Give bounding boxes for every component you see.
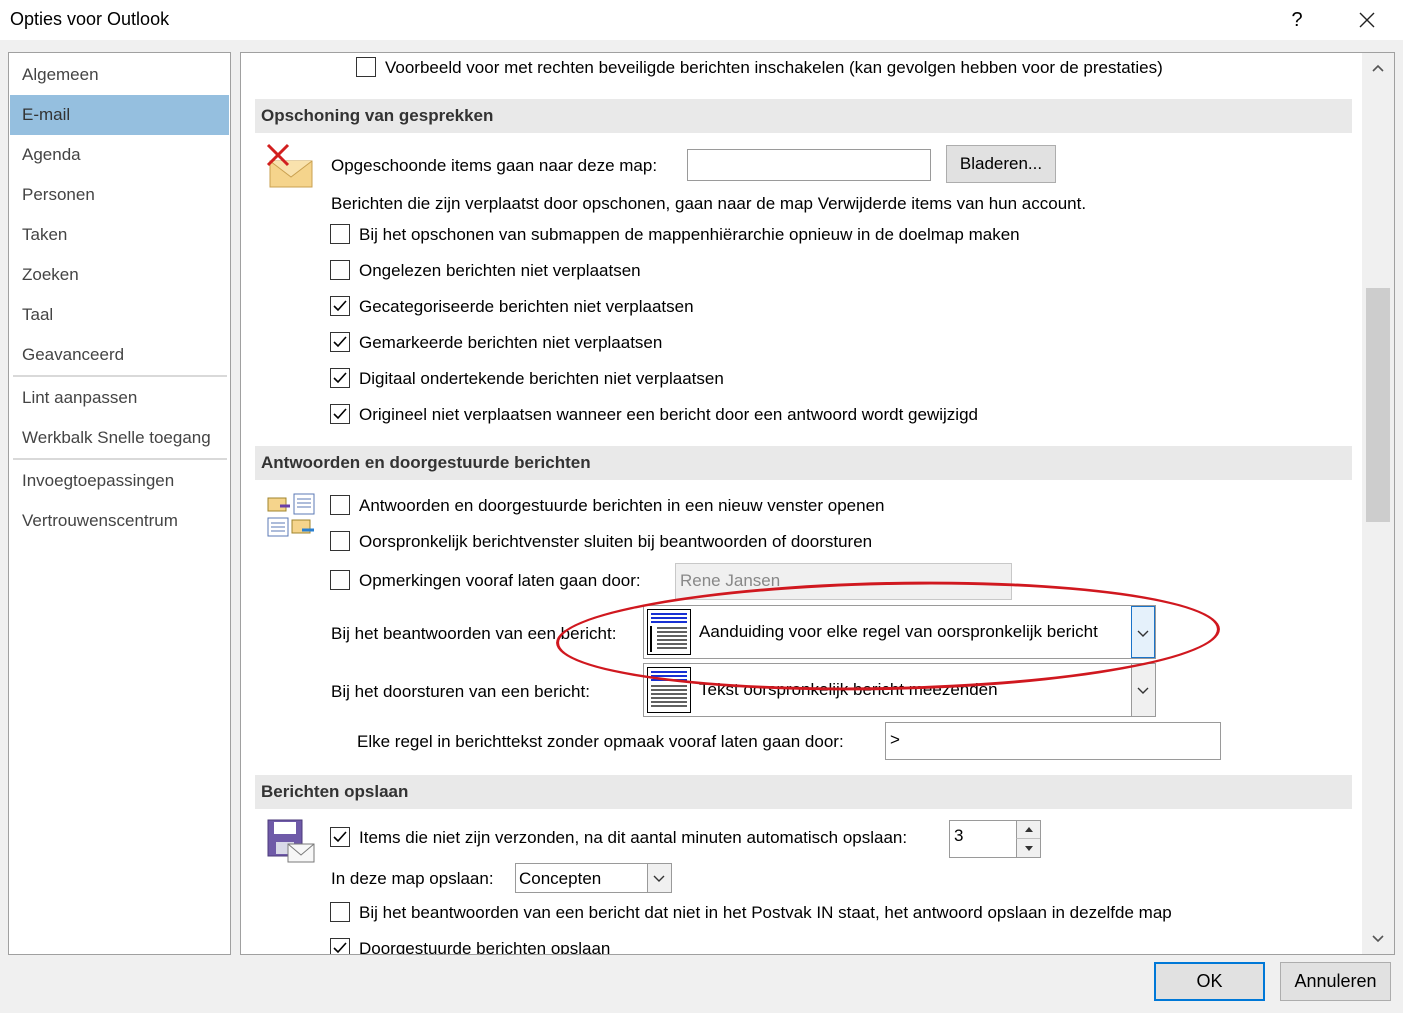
stepper-down-button[interactable] <box>1016 839 1040 857</box>
sidebar-item-geavanceerd[interactable]: Geavanceerd <box>10 335 229 375</box>
cleanup-option-label: Ongelezen berichten niet verplaatsen <box>359 261 641 280</box>
checkmark-icon <box>333 408 347 420</box>
autosave-minutes-stepper[interactable]: 3 <box>949 820 1041 858</box>
preface-label: Opmerkingen vooraf laten gaan door: <box>359 571 641 590</box>
triangle-down-icon <box>1025 846 1033 851</box>
reply-forward-icon <box>266 492 316 538</box>
sidebar-item-werkbalk[interactable]: Werkbalk Snelle toegang <box>10 418 229 458</box>
ok-button[interactable]: OK <box>1154 962 1265 1001</box>
sidebar-item-email[interactable]: E-mail <box>10 95 229 135</box>
sidebar-item-lint-aanpassen[interactable]: Lint aanpassen <box>10 378 229 418</box>
reply-save-checkbox[interactable] <box>330 902 350 922</box>
cleanup-folder-label: Opgeschoonde items gaan naar deze map: <box>331 156 658 175</box>
cleanup-option-label: Gemarkeerde berichten niet verplaatsen <box>359 333 663 352</box>
cleanup-folder-input[interactable] <box>687 149 931 181</box>
prefix-label: Elke regel in berichttekst zonder opmaak… <box>357 732 844 751</box>
sidebar: Algemeen E-mail Agenda Personen Taken Zo… <box>8 52 231 955</box>
chevron-down-icon <box>1372 935 1384 943</box>
checkmark-icon <box>333 300 347 312</box>
prefix-input[interactable]: > <box>885 722 1221 760</box>
autosave-minutes-value: 3 <box>954 826 964 845</box>
checkmark-icon <box>333 336 347 348</box>
forward-mode-value: Tekst oorspronkelijk bericht meezenden <box>699 680 998 699</box>
cleanup-mail-icon <box>266 143 316 189</box>
reply-save-label: Bij het beantwoorden van een bericht dat… <box>359 903 1172 922</box>
forward-mode-dropdown[interactable]: Tekst oorspronkelijk bericht meezenden <box>643 663 1156 717</box>
checkmark-icon <box>333 372 347 384</box>
close-icon <box>1359 12 1375 28</box>
section-header-replies: Antwoorden en doorgestuurde berichten <box>255 446 1352 480</box>
sidebar-item-personen[interactable]: Personen <box>10 175 229 215</box>
section-header-cleanup: Opschoning van gesprekken <box>255 99 1352 133</box>
sidebar-item-taken[interactable]: Taken <box>10 215 229 255</box>
forward-mode-arrow[interactable] <box>1131 664 1155 716</box>
chevron-down-icon <box>653 875 665 882</box>
preface-name-input[interactable]: Rene Jansen <box>675 563 1012 600</box>
sidebar-item-agenda[interactable]: Agenda <box>10 135 229 175</box>
reply-mode-arrow[interactable] <box>1131 606 1155 658</box>
preview-rights-label: Voorbeeld voor met rechten beveiligde be… <box>385 58 1163 77</box>
reply-option-checkbox[interactable] <box>330 531 350 551</box>
reply-mode-dropdown[interactable]: Aanduiding voor elke regel van oorspronk… <box>643 605 1156 659</box>
chevron-up-icon <box>1372 64 1384 72</box>
sidebar-item-vertrouwenscentrum[interactable]: Vertrouwenscentrum <box>10 501 229 541</box>
chevron-down-icon <box>1137 687 1149 694</box>
cleanup-option-checkbox[interactable] <box>330 404 350 424</box>
autosave-label: Items die niet zijn verzonden, na dit aa… <box>359 828 908 847</box>
section-header-save: Berichten opslaan <box>255 775 1352 809</box>
cleanup-option-checkbox[interactable] <box>330 332 350 352</box>
clipped-row: Doorgestuurde berichten opslaan <box>241 930 1361 954</box>
save-folder-value: Concepten <box>519 869 602 888</box>
save-folder-arrow[interactable] <box>647 864 671 892</box>
triangle-up-icon <box>1025 827 1033 832</box>
save-disk-icon <box>266 818 316 866</box>
window-title: Opties voor Outlook <box>10 9 170 29</box>
cleanup-option-label: Bij het opschonen van submappen de mappe… <box>359 225 1020 244</box>
scroll-down-button[interactable] <box>1362 924 1394 954</box>
cleanup-option-label: Digitaal ondertekende berichten niet ver… <box>359 369 724 388</box>
sidebar-item-zoeken[interactable]: Zoeken <box>10 255 229 295</box>
save-folder-dropdown[interactable]: Concepten <box>515 863 672 893</box>
scroll-up-button[interactable] <box>1362 53 1394 83</box>
sidebar-item-invoegtoepassingen[interactable]: Invoegtoepassingen <box>10 461 229 501</box>
cleanup-option-checkbox[interactable] <box>330 368 350 388</box>
cleanup-option-label: Gecategoriseerde berichten niet verplaat… <box>359 297 694 316</box>
sidebar-item-algemeen[interactable]: Algemeen <box>10 55 229 95</box>
autosave-checkbox[interactable] <box>330 827 350 847</box>
chevron-down-icon <box>1137 630 1149 637</box>
reply-option-label: Oorspronkelijk berichtvenster sluiten bi… <box>359 532 873 551</box>
reply-option-checkbox[interactable] <box>330 495 350 515</box>
preface-checkbox[interactable] <box>330 570 350 590</box>
cleanup-info-text: Berichten die zijn verplaatst door opsch… <box>331 194 1087 213</box>
cleanup-option-checkbox[interactable] <box>330 224 350 244</box>
help-button[interactable]: ? <box>1280 5 1314 35</box>
sidebar-divider <box>13 458 227 460</box>
cancel-button[interactable]: Annuleren <box>1280 962 1391 1001</box>
cleanup-option-checkbox[interactable] <box>330 260 350 280</box>
forward-save-checkbox[interactable] <box>330 938 350 954</box>
scroll-thumb[interactable] <box>1366 288 1390 522</box>
forward-format-icon <box>647 667 691 713</box>
checkmark-icon <box>333 942 347 954</box>
browse-button[interactable]: Bladeren... <box>946 145 1056 183</box>
quote-format-icon <box>647 609 691 655</box>
sidebar-item-taal[interactable]: Taal <box>10 295 229 335</box>
sidebar-divider <box>13 375 227 377</box>
forward-save-label: Doorgestuurde berichten opslaan <box>359 939 611 954</box>
close-button[interactable] <box>1345 5 1389 35</box>
title-bar: Opties voor Outlook ? <box>0 0 1403 40</box>
preview-rights-checkbox[interactable] <box>356 57 376 77</box>
vertical-scrollbar[interactable] <box>1362 53 1394 954</box>
cleanup-option-checkbox[interactable] <box>330 296 350 316</box>
forward-mode-label: Bij het doorsturen van een bericht: <box>331 682 590 701</box>
save-folder-label: In deze map opslaan: <box>331 869 494 888</box>
reply-mode-label: Bij het beantwoorden van een bericht: <box>331 624 617 643</box>
cleanup-option-label: Origineel niet verplaatsen wanneer een b… <box>359 405 978 424</box>
reply-mode-value: Aanduiding voor elke regel van oorspronk… <box>699 622 1098 641</box>
stepper-up-button[interactable] <box>1016 821 1040 839</box>
checkmark-icon <box>333 831 347 843</box>
reply-option-label: Antwoorden en doorgestuurde berichten in… <box>359 496 885 515</box>
